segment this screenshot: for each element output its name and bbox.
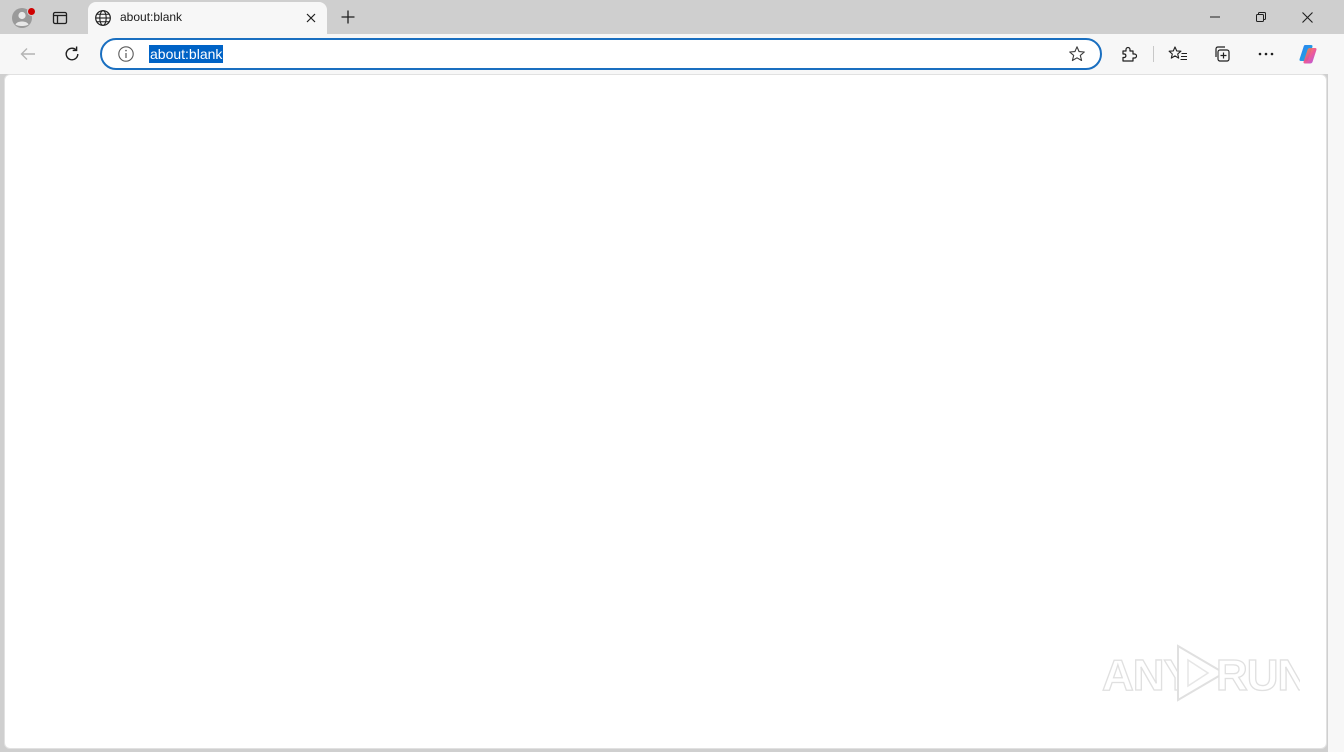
restore-icon [1256,12,1266,22]
address-bar[interactable]: about:blank [100,38,1102,70]
address-text[interactable]: about:blank [149,45,224,63]
favorites-button[interactable] [1162,38,1194,70]
refresh-button[interactable] [56,38,88,70]
tab-close-button[interactable] [301,8,321,28]
copilot-button[interactable] [1292,38,1324,70]
back-button[interactable] [12,38,44,70]
toolbar-divider [1153,46,1154,62]
copilot-icon [1299,45,1317,64]
plus-icon [341,10,355,24]
refresh-icon [65,46,79,61]
watermark-text-run: RUN [1216,651,1300,700]
collections-icon [1215,46,1230,62]
browser-window: about:blank about:blank ANY RUN [0,0,1344,752]
info-icon[interactable] [117,45,135,63]
close-icon [1301,11,1313,23]
window-close-button[interactable] [1284,0,1330,34]
extensions-button[interactable] [1113,38,1145,70]
window-edge [1328,74,1344,752]
tab-title: about:blank [120,10,183,24]
vertical-tabs-icon [52,11,68,25]
minimize-icon [1210,16,1220,18]
more-icon [1258,52,1274,56]
extensions-icon [1122,46,1138,62]
notification-badge [27,7,36,16]
collections-button[interactable] [1206,38,1238,70]
globe-icon [95,10,111,26]
back-icon [20,48,35,60]
profile-button[interactable] [6,4,38,32]
toolbar: about:blank [0,34,1344,74]
tab-actions-button[interactable] [44,4,76,32]
minimize-button[interactable] [1192,0,1238,34]
favorites-icon [1168,46,1187,61]
favorite-star-icon[interactable] [1068,45,1086,63]
restore-button[interactable] [1238,0,1284,34]
tab-active[interactable]: about:blank [88,2,327,34]
new-tab-button[interactable] [334,4,362,30]
anyrun-watermark-logo: ANY RUN [1101,644,1300,702]
close-icon [306,13,316,23]
tab-strip: about:blank [0,0,1344,34]
more-button[interactable] [1250,38,1282,70]
